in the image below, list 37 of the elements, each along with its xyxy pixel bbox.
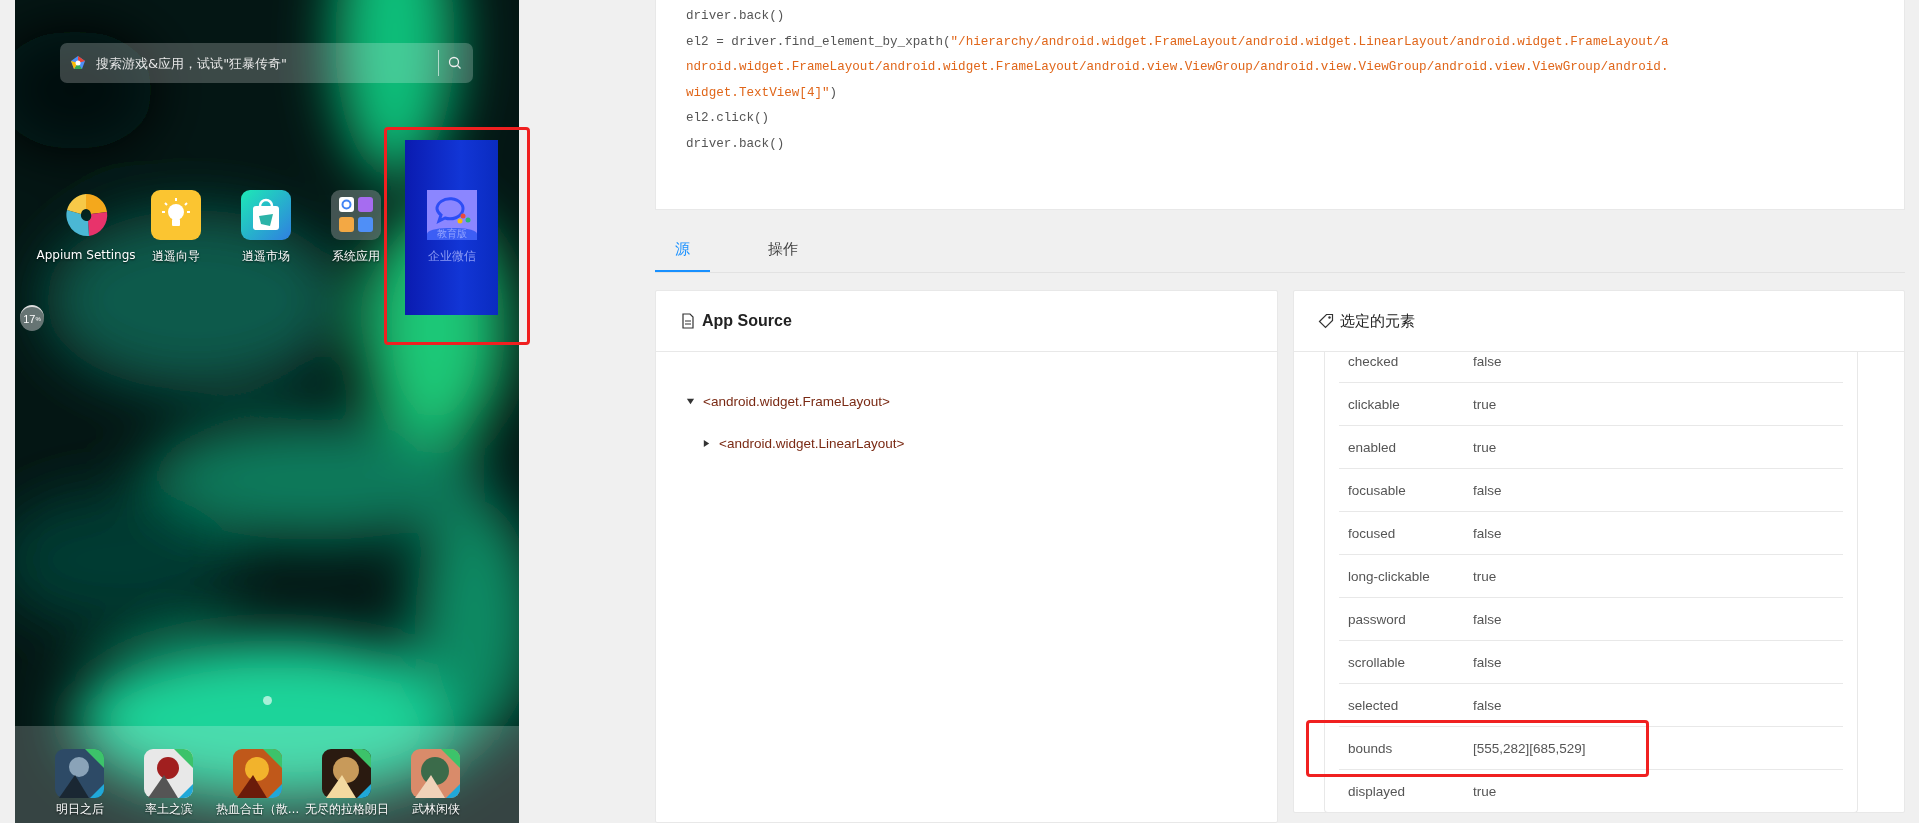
attribute-value: true <box>1473 783 1497 799</box>
attribute-value: true <box>1473 439 1497 455</box>
attribute-name: enabled <box>1347 439 1398 455</box>
attribute-value: false <box>1473 353 1502 369</box>
attribute-name: long-clickable <box>1347 568 1431 584</box>
tree-node[interactable]: <android.widget.LinearLayout> <box>719 435 905 451</box>
attribute-value: false <box>1473 697 1502 713</box>
code-line: driver.back() <box>686 8 786 25</box>
attribute-name: focusable <box>1347 482 1407 498</box>
code-line: driver.back() <box>686 135 786 153</box>
tag-icon <box>1318 313 1334 329</box>
attribute-name: bounds <box>1347 740 1394 756</box>
attribute-value: false <box>1473 482 1502 498</box>
tree-node[interactable]: <android.widget.FrameLayout> <box>703 393 890 409</box>
attribute-name: displayed <box>1347 783 1407 799</box>
attribute-name: selected <box>1347 697 1400 713</box>
attribute-name: focused <box>1347 525 1397 541</box>
tab[interactable]: 操作 <box>748 228 818 272</box>
attribute-value: false <box>1473 654 1502 670</box>
attribute-name: scrollable <box>1347 654 1406 670</box>
document-icon <box>680 313 696 329</box>
code-line: el2.click() <box>686 110 771 127</box>
attribute-name: checked <box>1347 353 1400 369</box>
attribute-value: false <box>1473 525 1502 541</box>
code-line: widget.TextView[4]") <box>686 84 839 102</box>
code-line: ndroid.widget.FrameLayout/android.widget.FrameLayout/android.view.ViewGroup/android.view.ViewGroup/android.view.ViewGroup/android. <box>686 59 1670 76</box>
attribute-value: false <box>1473 611 1502 627</box>
attribute-name: password <box>1347 611 1407 627</box>
attribute-value: true <box>1473 568 1497 584</box>
panel-title: 选定的元素 <box>1340 311 1415 331</box>
attribute-value: [555,282][685,529] <box>1473 740 1586 756</box>
caret-down-icon[interactable] <box>686 396 695 406</box>
attribute-value: true <box>1473 396 1497 412</box>
caret-right-icon[interactable] <box>702 438 711 448</box>
code-line: el2 = driver.find_element_by_xpath("/hierarchy/android.widget.FrameLayout/android.widget.LinearLayout/android.widget.FrameLayout/a <box>686 33 1670 51</box>
attribute-name: clickable <box>1347 396 1401 412</box>
panel-title: App Source <box>702 312 792 330</box>
